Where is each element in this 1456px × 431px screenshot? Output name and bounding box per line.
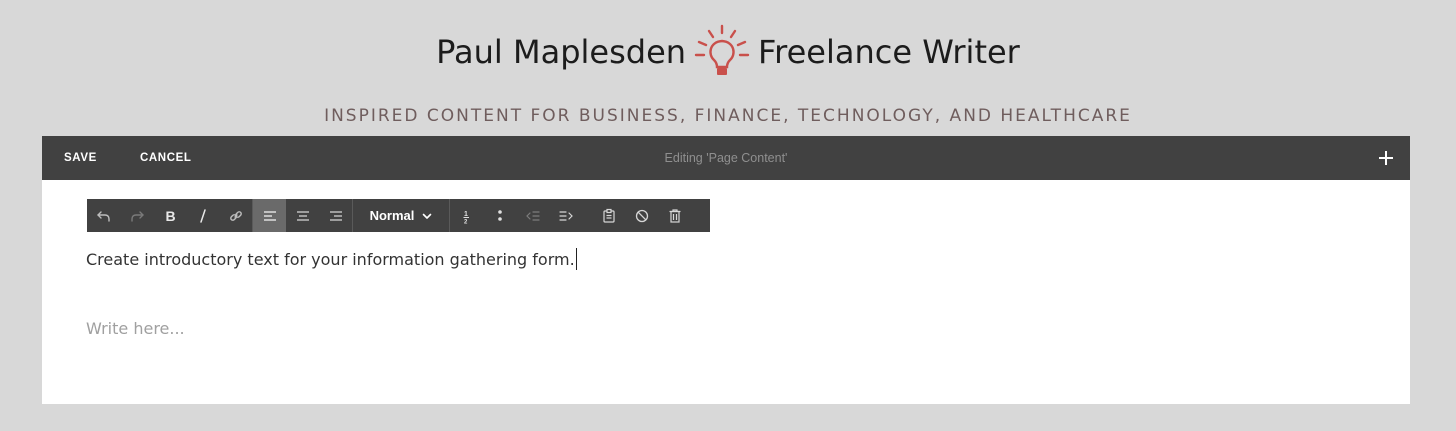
cancel-button[interactable]: CANCEL [140,136,192,180]
intro-text-content: Create introductory text for your inform… [86,250,575,269]
intro-text[interactable]: Create introductory text for your inform… [86,248,577,270]
site-title-name: Paul Maplesden [436,33,687,71]
svg-text:1: 1 [464,211,468,218]
bold-icon[interactable]: B [153,199,186,232]
plus-icon[interactable] [1376,148,1396,168]
editor-bar: SAVE CANCEL Editing 'Page Content' [42,136,1410,180]
site-title-role: Freelance Writer [758,33,1020,71]
svg-text:2: 2 [464,219,468,224]
save-button[interactable]: SAVE [64,136,97,180]
editing-status-label: Editing 'Page Content' [664,151,788,165]
unordered-list-icon[interactable] [483,199,516,232]
align-right-icon[interactable] [319,199,352,232]
paste-icon[interactable] [592,199,625,232]
align-left-icon[interactable] [253,199,286,232]
link-icon[interactable] [219,199,252,232]
lightbulb-icon [694,24,750,75]
chevron-down-icon [423,213,432,219]
clear-format-icon[interactable] [625,199,658,232]
format-select[interactable]: Normal [353,199,449,232]
outdent-icon[interactable] [516,199,549,232]
site-header: Paul Maplesden Freelance Writer INSPIRED… [0,0,1456,136]
text-cursor [575,248,577,270]
svg-text:B: B [165,208,175,224]
site-title[interactable]: Paul Maplesden Freelance Writer [0,24,1456,80]
ordered-list-icon[interactable]: 1 2 [450,199,483,232]
site-tagline: INSPIRED CONTENT FOR BUSINESS, FINANCE, … [324,106,1132,126]
format-select-value: Normal [369,208,415,223]
align-center-icon[interactable] [286,199,319,232]
rich-text-toolbar: B Normal 1 2 [87,199,710,232]
indent-icon[interactable] [549,199,582,232]
content-area: B Normal 1 2 Create introductory text fo… [42,180,1410,404]
undo-icon[interactable] [87,199,120,232]
italic-icon[interactable] [186,199,219,232]
write-here-input[interactable] [86,316,786,340]
redo-icon[interactable] [120,199,153,232]
delete-icon[interactable] [658,199,691,232]
